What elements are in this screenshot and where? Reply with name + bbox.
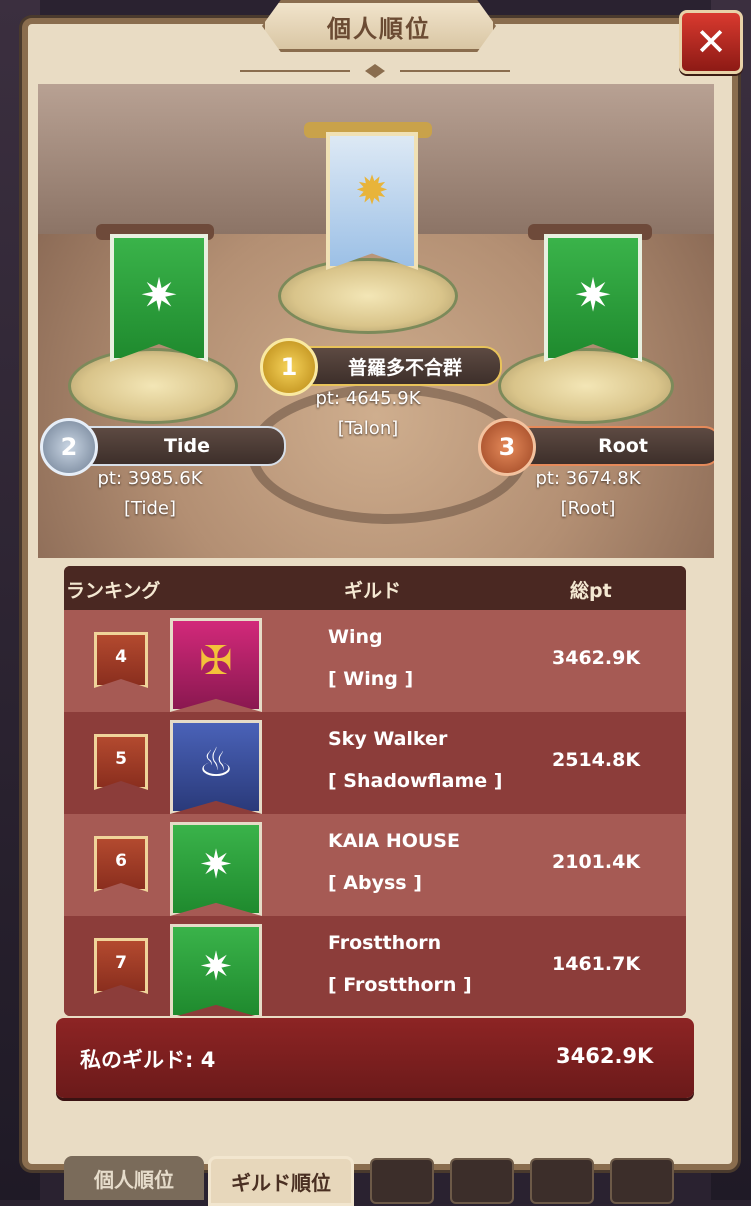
guild-name: KAIA HOUSE — [328, 830, 460, 852]
guild-tag: [ Frostthorn ] — [328, 974, 472, 996]
guild-name: Sky Walker — [328, 728, 448, 750]
rank-flag-icon: 5 — [94, 734, 148, 790]
podium-2-tag: [Tide] — [124, 498, 176, 519]
guild-tag: [ Shadowflame ] — [328, 770, 503, 792]
close-icon: ✕ — [695, 20, 727, 64]
guild-tag: [ Abyss ] — [328, 872, 422, 894]
scroll-icon[interactable] — [610, 1158, 674, 1204]
quest-icon[interactable] — [530, 1158, 594, 1204]
chest-icon[interactable] — [370, 1158, 434, 1204]
star-banner-icon: ✷ — [170, 822, 262, 916]
star-banner-icon: ✷ — [170, 924, 262, 1016]
guild-points: 1461.7K — [552, 953, 641, 975]
ranking-table: ランキング ギルド 総pt 4 ✠ Wing [ Wing ] 3462.9K … — [64, 566, 686, 1016]
guild-name: Frostthorn — [328, 932, 442, 954]
table-row[interactable]: 4 ✠ Wing [ Wing ] 3462.9K — [64, 610, 686, 712]
bottom-nav — [370, 1158, 730, 1204]
tab-personal-label: 個人順位 — [94, 1167, 174, 1192]
podium-2-name-text: Tide — [164, 435, 210, 457]
star-banner-icon: ✷ — [110, 234, 208, 362]
my-guild-points: 3462.9K — [556, 1044, 654, 1068]
rank-flag-icon: 6 — [94, 836, 148, 892]
shop-icon[interactable] — [450, 1158, 514, 1204]
table-row[interactable]: 5 ♨ Sky Walker [ Shadowflame ] 2514.8K — [64, 712, 686, 814]
header-guild: ギルド — [344, 580, 402, 602]
flame-crest-icon: ♨ — [170, 720, 262, 814]
my-guild-label: 私のギルド: 4 — [80, 1048, 216, 1072]
table-header: ランキング ギルド 総pt — [64, 566, 686, 610]
star-banner-icon: ✷ — [544, 234, 642, 362]
guild-name: Wing — [328, 626, 383, 648]
close-button[interactable]: ✕ — [679, 10, 743, 74]
guild-tag: [ Wing ] — [328, 668, 414, 690]
guild-points: 3462.9K — [552, 647, 641, 669]
tab-guild-ranking[interactable]: ギルド順位 — [208, 1156, 354, 1206]
podium-2-pt: pt: 3985.6K — [97, 468, 203, 489]
podium-3-pt: pt: 3674.8K — [535, 468, 641, 489]
table-row[interactable]: 7 ✷ Frostthorn [ Frostthorn ] 1461.7K — [64, 916, 686, 1016]
rank-flag-icon: 7 — [94, 938, 148, 994]
podium-1-name[interactable]: 普羅多不合群 — [288, 346, 502, 386]
podium-1-tag: [Talon] — [337, 418, 399, 439]
podium-arena: ✷ ✹ ✷ 普羅多不合群 1 pt: 4645.9K [Talon] Tide … — [38, 84, 714, 558]
page-title: 個人順位 — [327, 14, 431, 43]
header-points: 総pt — [570, 580, 612, 602]
tab-guild-label: ギルド順位 — [231, 1170, 331, 1195]
table-row[interactable]: 6 ✷ KAIA HOUSE [ Abyss ] 2101.4K — [64, 814, 686, 916]
ornament-divider — [240, 64, 510, 78]
rank-flag-icon: 4 — [94, 632, 148, 688]
podium-3-tag: [Root] — [560, 498, 616, 519]
my-guild-bar[interactable]: 私のギルド: 4 3462.9K — [56, 1018, 694, 1098]
sun-banner-icon: ✹ — [326, 132, 418, 270]
title-plate: 個人順位 — [262, 0, 496, 52]
guild-points: 2101.4K — [552, 851, 641, 873]
podium-1-pt: pt: 4645.9K — [315, 388, 421, 409]
guild-points: 2514.8K — [552, 749, 641, 771]
podium-2-name[interactable]: Tide — [68, 426, 286, 466]
podium-3-name-text: Root — [598, 435, 648, 457]
tab-personal-ranking[interactable]: 個人順位 — [64, 1156, 204, 1200]
wing-crest-icon: ✠ — [170, 618, 262, 712]
header-rank: ランキング — [66, 580, 161, 602]
podium-1-name-text: 普羅多不合群 — [347, 356, 462, 379]
